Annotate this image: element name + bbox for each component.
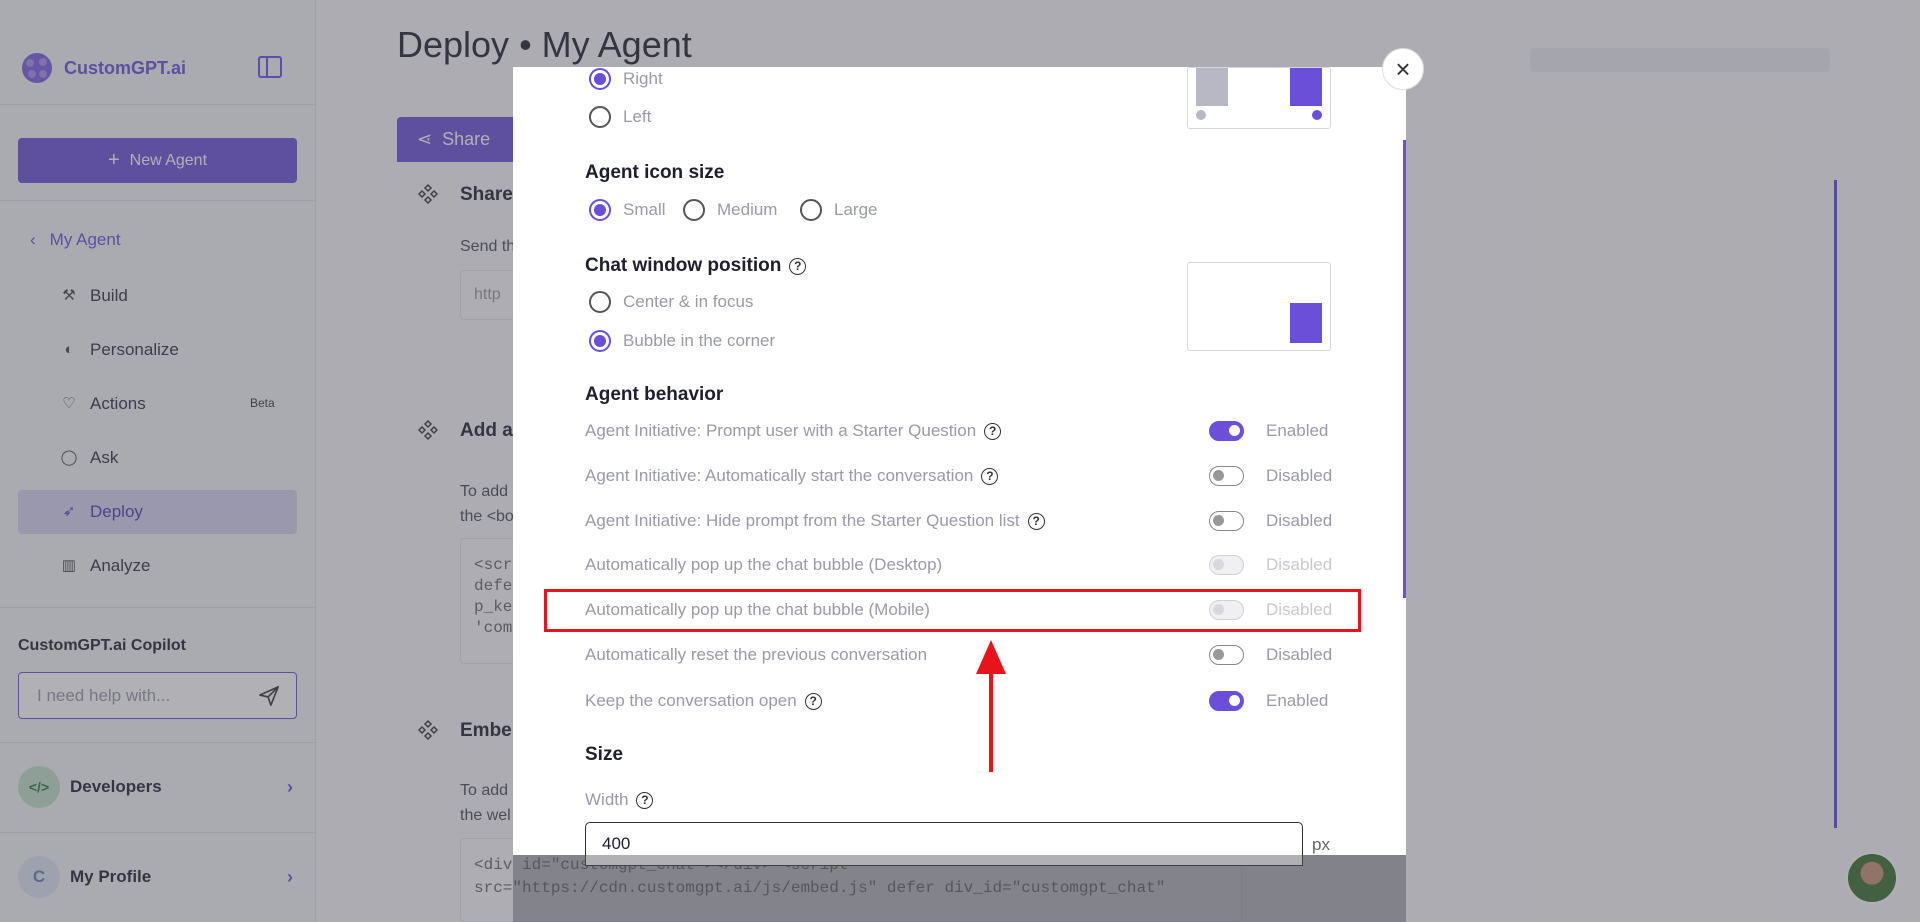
chat-window-preview — [1187, 262, 1331, 351]
radio-unselected-icon — [683, 199, 705, 221]
reset-conversation-toggle[interactable] — [1209, 645, 1244, 665]
radio-unselected-icon — [589, 106, 611, 128]
width-label: Width — [585, 790, 629, 809]
modal-bottom-mask — [513, 855, 1406, 922]
icon-size-medium-radio[interactable]: Medium — [683, 199, 777, 221]
help-icon[interactable]: ? — [636, 791, 654, 809]
radio-label: Left — [623, 107, 652, 126]
preview-right-dot — [1312, 110, 1322, 120]
width-value: 400 — [602, 834, 631, 853]
radio-label: Small — [623, 200, 666, 219]
help-icon[interactable]: ? — [984, 422, 1002, 440]
icon-size-title: Agent icon size — [585, 162, 725, 183]
behavior-label: Automatically pop up the chat bubble (De… — [585, 555, 943, 574]
radio-unselected-icon — [800, 199, 822, 221]
toggle-state-label: Disabled — [1266, 511, 1333, 530]
radio-label: Right — [623, 69, 663, 88]
preview-bubble-window — [1290, 303, 1322, 343]
keep-open-toggle[interactable] — [1209, 691, 1244, 711]
chat-window-title-text: Chat window position — [585, 255, 782, 276]
help-icon[interactable]: ? — [804, 692, 822, 710]
icon-size-large-radio[interactable]: Large — [800, 199, 877, 221]
radio-label: Center & in focus — [623, 292, 754, 311]
help-icon[interactable]: ? — [1027, 512, 1045, 530]
help-icon[interactable]: ? — [981, 467, 999, 485]
help-icon[interactable]: ? — [789, 257, 807, 275]
behavior-label: Agent Initiative: Prompt user with a Sta… — [585, 421, 977, 440]
behavior-label: Keep the conversation open — [585, 691, 797, 710]
modal-scrollbar[interactable] — [1403, 140, 1406, 598]
starter-question-toggle[interactable] — [1209, 421, 1244, 441]
position-preview — [1187, 67, 1331, 129]
radio-unselected-icon — [589, 291, 611, 313]
annotation-arrow-shaft — [989, 660, 993, 772]
toggle-state-label: Disabled — [1266, 555, 1333, 574]
mask-spacer — [460, 855, 513, 922]
behavior-label: Agent Initiative: Hide prompt from the S… — [585, 511, 1020, 530]
width-unit: px — [1312, 835, 1330, 854]
radio-selected-icon — [589, 68, 611, 90]
popup-desktop-toggle[interactable] — [1209, 555, 1244, 575]
chat-window-center-radio[interactable]: Center & in focus — [589, 291, 753, 313]
chat-window-bubble-radio[interactable]: Bubble in the corner — [589, 330, 775, 352]
radio-label: Bubble in the corner — [623, 331, 776, 350]
auto-start-toggle[interactable] — [1209, 466, 1244, 486]
toggle-state-label: Enabled — [1266, 691, 1329, 710]
preview-right-panel — [1290, 68, 1322, 106]
toggle-state-label: Disabled — [1266, 645, 1333, 664]
preview-left-dot — [1196, 110, 1206, 120]
behavior-title: Agent behavior — [585, 384, 724, 405]
radio-label: Large — [834, 200, 878, 219]
hide-prompt-toggle[interactable] — [1209, 511, 1244, 531]
radio-selected-icon — [589, 330, 611, 352]
behavior-label: Automatically reset the previous convers… — [585, 645, 928, 664]
position-left-radio[interactable]: Left — [589, 106, 651, 128]
chat-window-title: Chat window position ? — [585, 255, 807, 277]
annotation-highlight-box — [544, 589, 1361, 632]
icon-size-small-radio[interactable]: Small — [589, 199, 666, 221]
position-right-radio[interactable]: Right — [589, 68, 663, 90]
size-title: Size — [585, 744, 624, 765]
close-icon[interactable]: × — [1382, 48, 1424, 90]
radio-selected-icon — [589, 199, 611, 221]
toggle-state-label: Enabled — [1266, 421, 1329, 440]
radio-label: Medium — [717, 200, 778, 219]
width-label-row: Width ? — [585, 785, 1331, 815]
toggle-state-label: Disabled — [1266, 466, 1333, 485]
preview-left-panel — [1196, 68, 1228, 106]
behavior-label: Agent Initiative: Automatically start th… — [585, 466, 974, 485]
